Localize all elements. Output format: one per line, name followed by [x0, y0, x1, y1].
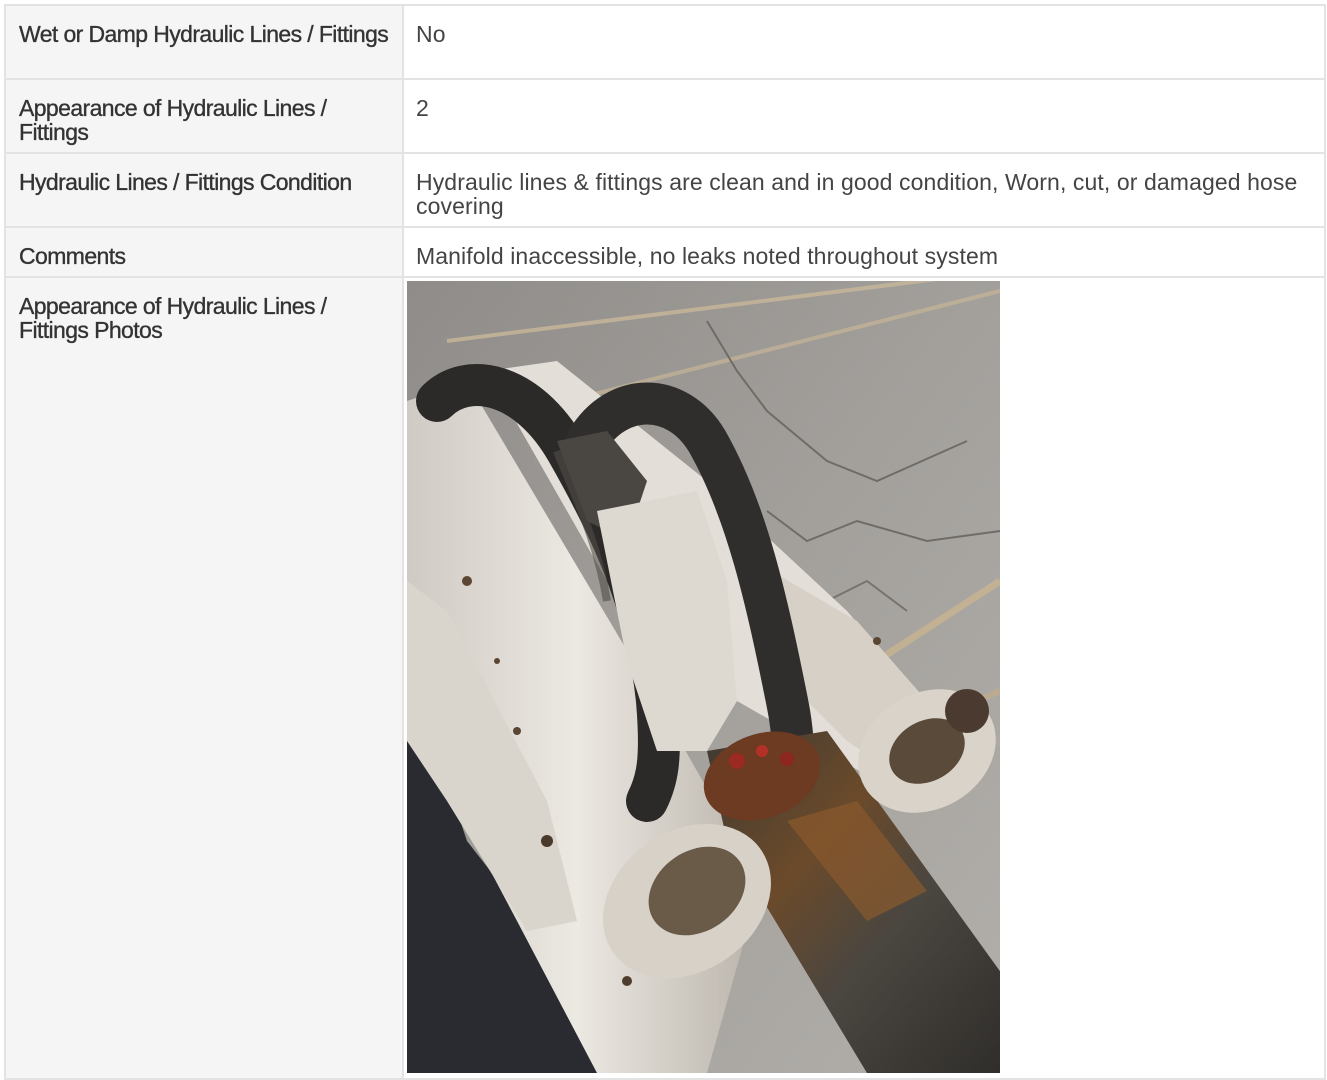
- field-label-wet-damp-lines: Wet or Damp Hydraulic Lines / Fittings: [19, 21, 389, 47]
- field-label-appearance: Appearance of Hydraulic Lines / Fittings: [19, 95, 327, 145]
- value-cell: Manifold inaccessible, no leaks noted th…: [402, 226, 1326, 278]
- table-row: Appearance of Hydraulic Lines / Fittings…: [4, 78, 1326, 154]
- field-label-photos: Appearance of Hydraulic Lines / Fittings…: [19, 293, 327, 343]
- field-value-comments: Manifold inaccessible, no leaks noted th…: [416, 243, 999, 269]
- value-cell: 2: [402, 78, 1326, 154]
- table-row: Comments Manifold inaccessible, no leaks…: [4, 226, 1326, 278]
- label-cell: Appearance of Hydraulic Lines / Fittings: [4, 78, 404, 154]
- hydraulic-photo[interactable]: [407, 281, 1000, 1073]
- table-row: Wet or Damp Hydraulic Lines / Fittings N…: [4, 4, 1326, 80]
- label-cell: Appearance of Hydraulic Lines / Fittings…: [4, 276, 404, 1080]
- field-value-condition: Hydraulic lines & fittings are clean and…: [416, 169, 1298, 219]
- field-value-appearance: 2: [416, 95, 429, 121]
- field-label-comments: Comments: [19, 243, 126, 269]
- hydraulic-photo-drawing: [407, 281, 1000, 1073]
- table-row: Hydraulic Lines / Fittings Condition Hyd…: [4, 152, 1326, 228]
- field-value-wet-damp-lines: No: [416, 21, 446, 47]
- value-cell: [402, 276, 1326, 1080]
- table-row: Appearance of Hydraulic Lines / Fittings…: [4, 276, 1326, 1080]
- value-cell: Hydraulic lines & fittings are clean and…: [402, 152, 1326, 228]
- label-cell: Hydraulic Lines / Fittings Condition: [4, 152, 404, 228]
- value-cell: No: [402, 4, 1326, 80]
- label-cell: Comments: [4, 226, 404, 278]
- label-cell: Wet or Damp Hydraulic Lines / Fittings: [4, 4, 404, 80]
- field-label-condition: Hydraulic Lines / Fittings Condition: [19, 169, 352, 195]
- inspection-table: Wet or Damp Hydraulic Lines / Fittings N…: [4, 4, 1326, 1080]
